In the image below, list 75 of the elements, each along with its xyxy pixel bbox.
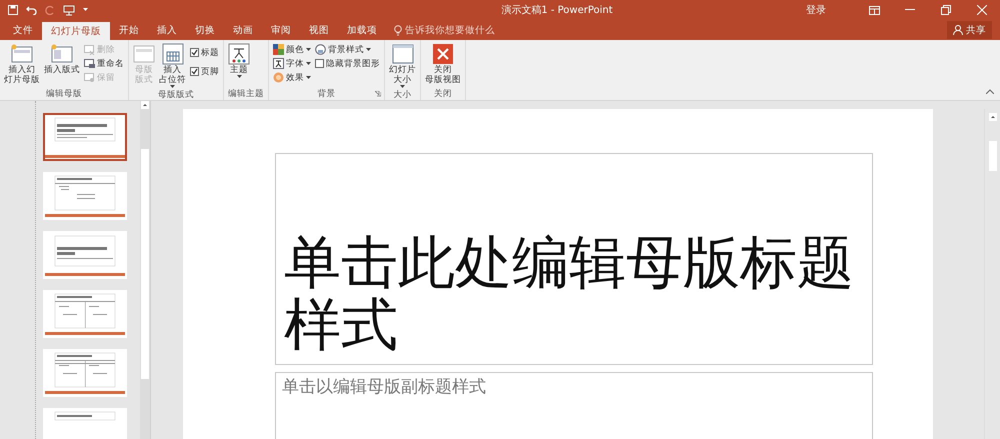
checkbox-label: 页脚 — [201, 66, 219, 78]
group-label: 编辑主题 — [228, 88, 264, 100]
ribbon-tab[interactable]: 开始 — [110, 20, 148, 40]
ribbon-tab[interactable]: 加载项 — [338, 20, 386, 40]
window-title: 演示文稿1 - PowerPoint — [500, 4, 614, 17]
master-layout-icon — [133, 43, 155, 65]
checkbox[interactable] — [315, 59, 324, 68]
save-icon[interactable] — [8, 5, 18, 15]
checkbox-label: 隐藏背景图形 — [326, 58, 380, 70]
dialog-launcher-icon[interactable] — [375, 91, 381, 97]
placeholder-icon — [162, 43, 184, 65]
background-style-icon — [315, 44, 326, 55]
ribbon-small-button[interactable]: 颜色 — [273, 43, 311, 56]
layout-icon — [51, 43, 73, 65]
ribbon-tab[interactable]: 插入 — [148, 20, 186, 40]
slide-thumbnail[interactable] — [42, 349, 127, 397]
slide-subtitle: 单击以编辑母版副标题样式 — [282, 376, 487, 398]
undo-icon[interactable] — [26, 5, 37, 15]
collapse-ribbon-icon[interactable] — [986, 89, 994, 94]
checkbox[interactable] — [190, 67, 199, 76]
slide-thumbnail[interactable] — [42, 231, 127, 279]
share-button[interactable]: 共享 — [947, 21, 992, 39]
ribbon-display-icon[interactable] — [868, 6, 880, 14]
tell-me-field[interactable]: 告诉我你想要做什么 — [405, 24, 495, 36]
scrollbar-thumb[interactable] — [988, 141, 996, 171]
ribbon-button[interactable]: 主题 — [228, 43, 250, 79]
close-icon[interactable] — [977, 5, 987, 15]
scroll-up-icon[interactable] — [141, 101, 150, 109]
restore-icon[interactable] — [941, 5, 951, 15]
ribbon-small-button[interactable]: 效果 — [273, 71, 311, 84]
slide-thumbnail[interactable] — [42, 113, 127, 161]
slide-thumbnail[interactable] — [42, 290, 127, 338]
group-label: 编辑母版 — [46, 88, 82, 100]
ribbon-small-button[interactable]: 重命名 — [84, 57, 124, 70]
rename-icon — [84, 58, 95, 69]
lightbulb-icon — [394, 24, 402, 36]
delete-icon — [84, 44, 95, 55]
effects-icon — [273, 72, 284, 83]
ribbon-tab[interactable]: 视图 — [300, 20, 338, 40]
group-label: 关闭 — [434, 88, 452, 100]
ribbon-tab[interactable]: 审阅 — [262, 20, 300, 40]
minimize-icon[interactable] — [905, 9, 915, 11]
ribbon-button[interactable]: 幻灯片 大小 — [389, 43, 416, 89]
group-label: 背景 — [318, 88, 336, 100]
close-icon — [432, 43, 454, 65]
subtitle-placeholder[interactable]: 单击以编辑母版副标题样式 — [275, 372, 873, 439]
slide-thumbnail[interactable] — [42, 172, 127, 220]
ribbon-button[interactable]: 插入版式 — [44, 43, 80, 75]
person-icon — [953, 25, 963, 35]
ribbon-button[interactable]: 关闭 母版视图 — [425, 43, 461, 85]
fonts-icon — [273, 58, 284, 69]
slide-size-icon — [392, 43, 414, 65]
ribbon-tab[interactable]: 动画 — [224, 20, 262, 40]
checkbox[interactable] — [190, 48, 199, 57]
pin-icon — [84, 72, 95, 83]
scroll-up-icon[interactable] — [988, 113, 996, 121]
ribbon-button[interactable]: 插入幻 灯片母版 — [4, 43, 40, 85]
scrollbar-thumb[interactable] — [141, 149, 150, 379]
slide-title: 单击此处编辑母版标题样式 — [284, 232, 855, 356]
ribbon-tab[interactable]: 幻灯片母版 — [42, 22, 110, 40]
theme-icon — [228, 43, 250, 65]
slideshow-icon[interactable] — [63, 4, 75, 16]
colors-icon — [273, 44, 284, 55]
group-label: 母版版式 — [158, 89, 194, 101]
sign-in-link[interactable]: 登录 — [806, 3, 826, 17]
ribbon-small-button[interactable]: 字体 — [273, 57, 311, 70]
ribbon-tab[interactable]: 切换 — [186, 20, 224, 40]
title-placeholder[interactable]: 单击此处编辑母版标题样式 — [275, 153, 873, 365]
ribbon-tab[interactable]: 文件 — [4, 20, 42, 40]
ribbon-button[interactable]: 插入 占位符 — [159, 43, 186, 89]
slide-master-icon — [11, 43, 33, 65]
caret-icon — [83, 8, 88, 12]
group-label: 大小 — [394, 89, 412, 101]
checkbox-label: 标题 — [201, 46, 219, 58]
ribbon-small-button[interactable]: 背景样式 — [315, 43, 380, 56]
